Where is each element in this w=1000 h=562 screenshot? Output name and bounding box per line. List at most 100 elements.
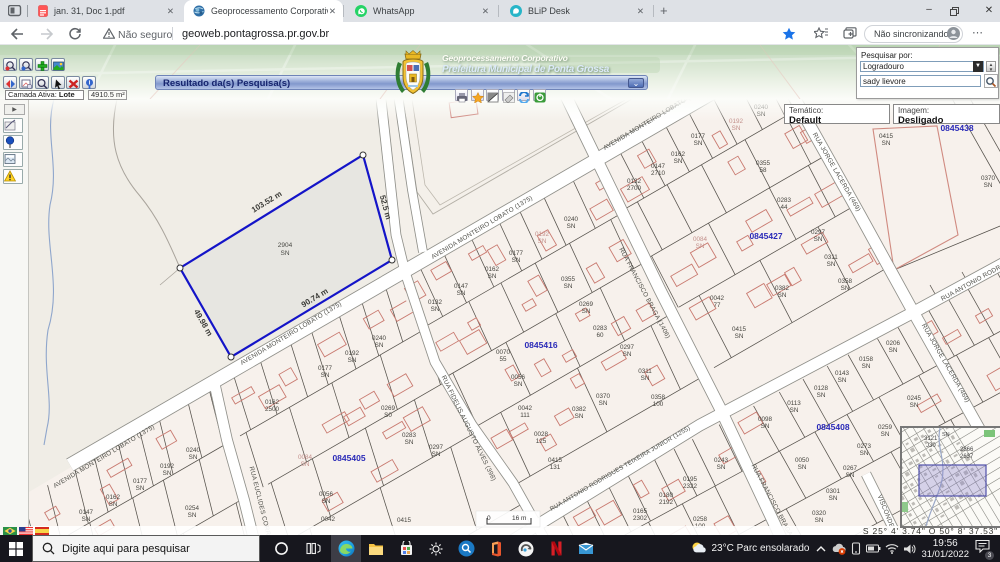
svg-text:SN: SN bbox=[599, 400, 608, 407]
svg-text:0358: 0358 bbox=[838, 278, 853, 285]
svg-text:2192: 2192 bbox=[659, 499, 674, 506]
svg-text:SN: SN bbox=[457, 290, 466, 297]
svg-text:SN: SN bbox=[623, 351, 632, 358]
svg-text:77: 77 bbox=[713, 302, 721, 309]
svg-text:0195: 0195 bbox=[683, 476, 698, 483]
svg-text:0269: 0269 bbox=[381, 405, 396, 412]
svg-text:0243: 0243 bbox=[714, 457, 729, 464]
svg-text:0050: 0050 bbox=[795, 457, 810, 464]
svg-text:0165: 0165 bbox=[633, 508, 648, 515]
svg-text:0297: 0297 bbox=[811, 229, 826, 236]
svg-text:SN: SN bbox=[514, 381, 523, 388]
svg-text:SN: SN bbox=[798, 464, 807, 471]
svg-text:0845405: 0845405 bbox=[332, 453, 365, 463]
svg-text:0084: 0084 bbox=[298, 454, 313, 461]
svg-text:2904: 2904 bbox=[278, 242, 293, 249]
svg-text:0297: 0297 bbox=[429, 444, 444, 451]
svg-text:SN: SN bbox=[375, 342, 384, 349]
svg-text:0258: 0258 bbox=[693, 516, 708, 523]
svg-text:SN: SN bbox=[881, 431, 890, 438]
svg-text:0143: 0143 bbox=[835, 370, 850, 377]
svg-text:SN: SN bbox=[862, 363, 871, 370]
svg-text:0283: 0283 bbox=[402, 432, 417, 439]
svg-text:0283: 0283 bbox=[777, 197, 792, 204]
svg-text:0283: 0283 bbox=[593, 325, 608, 332]
svg-text:SN: SN bbox=[301, 461, 310, 468]
svg-text:0132: 0132 bbox=[627, 178, 642, 185]
svg-text:S0: S0 bbox=[384, 412, 392, 419]
svg-text:0162: 0162 bbox=[106, 494, 121, 501]
svg-text:0162: 0162 bbox=[485, 266, 500, 273]
svg-text:0370: 0370 bbox=[981, 175, 996, 182]
svg-text:SN: SN bbox=[641, 375, 650, 382]
svg-text:0382: 0382 bbox=[775, 285, 790, 292]
svg-text:0355: 0355 bbox=[756, 160, 771, 167]
svg-text:SN: SN bbox=[512, 257, 521, 264]
svg-text:SN: SN bbox=[82, 516, 91, 523]
svg-text:55: 55 bbox=[499, 356, 507, 363]
svg-text:0267: 0267 bbox=[843, 465, 858, 472]
svg-text:SN: SN bbox=[846, 472, 855, 479]
svg-text:SN: SN bbox=[942, 432, 950, 438]
svg-text:0056: 0056 bbox=[319, 491, 334, 498]
svg-text:SN: SN bbox=[860, 450, 869, 457]
svg-text:SN: SN bbox=[778, 292, 787, 299]
svg-text:0192: 0192 bbox=[345, 350, 360, 357]
svg-text:0028: 0028 bbox=[534, 431, 549, 438]
svg-text:SN: SN bbox=[538, 238, 547, 245]
svg-text:0845427: 0845427 bbox=[749, 231, 782, 241]
svg-text:125: 125 bbox=[536, 438, 547, 445]
svg-text:SN: SN bbox=[582, 308, 591, 315]
svg-text:2866: 2866 bbox=[960, 447, 974, 453]
svg-text:SN: SN bbox=[838, 377, 847, 384]
svg-text:SN: SN bbox=[432, 451, 441, 458]
svg-text:SN: SN bbox=[575, 413, 584, 420]
svg-text:0042: 0042 bbox=[710, 295, 725, 302]
svg-text:0297: 0297 bbox=[620, 344, 635, 351]
svg-text:SN: SN bbox=[674, 158, 683, 165]
svg-text:0162: 0162 bbox=[671, 151, 686, 158]
svg-text:0415: 0415 bbox=[732, 326, 747, 333]
svg-text:0177: 0177 bbox=[318, 365, 333, 372]
svg-text:0358: 0358 bbox=[651, 394, 666, 401]
svg-text:0370: 0370 bbox=[596, 393, 611, 400]
svg-text:0113: 0113 bbox=[787, 400, 801, 407]
svg-text:0845416: 0845416 bbox=[524, 340, 557, 350]
svg-text:0180: 0180 bbox=[659, 492, 674, 499]
svg-text:SN: SN bbox=[694, 140, 703, 147]
svg-text:0147: 0147 bbox=[454, 283, 469, 290]
svg-text:SN: SN bbox=[488, 273, 497, 280]
svg-text:0177: 0177 bbox=[691, 133, 706, 140]
svg-text:0269: 0269 bbox=[579, 301, 594, 308]
svg-text:3121: 3121 bbox=[924, 436, 938, 442]
svg-text:0240: 0240 bbox=[372, 335, 387, 342]
svg-text:0845408: 0845408 bbox=[816, 422, 849, 432]
svg-text:SN: SN bbox=[735, 333, 744, 340]
svg-text:0259: 0259 bbox=[878, 424, 893, 431]
svg-text:2500: 2500 bbox=[265, 406, 280, 413]
svg-text:SN: SN bbox=[136, 485, 145, 492]
svg-text:0240: 0240 bbox=[186, 447, 201, 454]
svg-text:0415: 0415 bbox=[397, 517, 412, 524]
svg-text:SN: SN bbox=[841, 285, 850, 292]
svg-text:2700: 2700 bbox=[627, 185, 642, 192]
svg-text:0311: 0311 bbox=[824, 254, 838, 261]
svg-text:0415: 0415 bbox=[879, 133, 894, 140]
svg-text:SN: SN bbox=[321, 372, 330, 379]
svg-text:SN: SN bbox=[827, 261, 836, 268]
svg-text:SN: SN bbox=[790, 407, 799, 414]
svg-text:SN: SN bbox=[761, 423, 770, 430]
svg-text:111: 111 bbox=[520, 412, 530, 419]
svg-text:100: 100 bbox=[653, 401, 664, 408]
svg-text:SN: SN bbox=[567, 223, 576, 230]
svg-text:0206: 0206 bbox=[886, 340, 901, 347]
svg-text:0245: 0245 bbox=[907, 395, 922, 402]
svg-text:0042: 0042 bbox=[321, 516, 336, 523]
svg-text:J30: J30 bbox=[926, 443, 936, 449]
svg-text:0355: 0355 bbox=[561, 276, 576, 283]
svg-text:2322: 2322 bbox=[683, 483, 698, 490]
svg-text:58: 58 bbox=[759, 167, 767, 174]
svg-text:SN: SN bbox=[817, 392, 826, 399]
svg-text:SN: SN bbox=[405, 439, 414, 446]
svg-text:SN: SN bbox=[882, 140, 891, 147]
